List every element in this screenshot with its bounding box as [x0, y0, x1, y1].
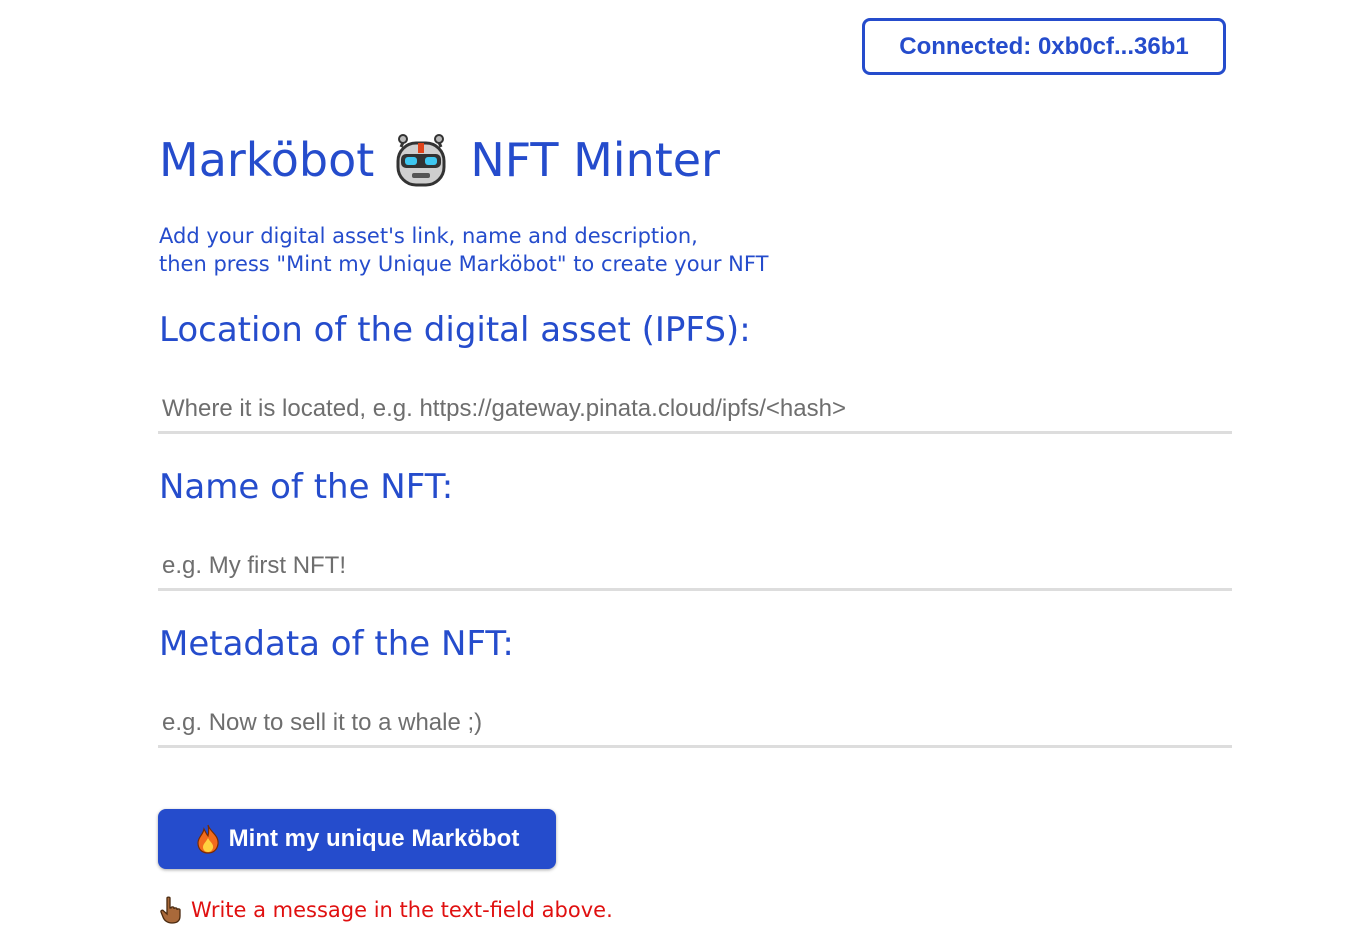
- nft-name-input[interactable]: [158, 543, 1232, 591]
- title-text-part1: Marköbot: [159, 133, 375, 187]
- status-message: Write a message in the text-field above.: [159, 895, 613, 925]
- intro-line-1: Add your digital asset's link, name and …: [159, 224, 698, 248]
- status-message-text: Write a message in the text-field above.: [191, 898, 613, 922]
- robot-icon: [396, 134, 446, 187]
- intro-line-2: then press "Mint my Unique Marköbot" to …: [159, 252, 769, 276]
- page-title: Marköbot NFT Minter: [159, 130, 720, 190]
- asset-url-input[interactable]: [158, 386, 1232, 434]
- nft-name-label: Name of the NFT:: [159, 467, 454, 507]
- title-text-part2: NFT Minter: [470, 133, 720, 187]
- mint-button[interactable]: Mint my unique Marköbot: [158, 809, 556, 869]
- asset-url-label: Location of the digital asset (IPFS):: [159, 310, 751, 350]
- intro-text: Add your digital asset's link, name and …: [159, 222, 768, 278]
- pointing-hand-icon: [160, 896, 181, 924]
- mint-button-label: Mint my unique Marköbot: [228, 825, 520, 852]
- nft-metadata-input[interactable]: [158, 700, 1232, 748]
- nft-metadata-label: Metadata of the NFT:: [159, 624, 514, 664]
- wallet-connect-button[interactable]: Connected: 0xb0cf...36b1: [862, 18, 1226, 75]
- fire-icon: [197, 824, 219, 854]
